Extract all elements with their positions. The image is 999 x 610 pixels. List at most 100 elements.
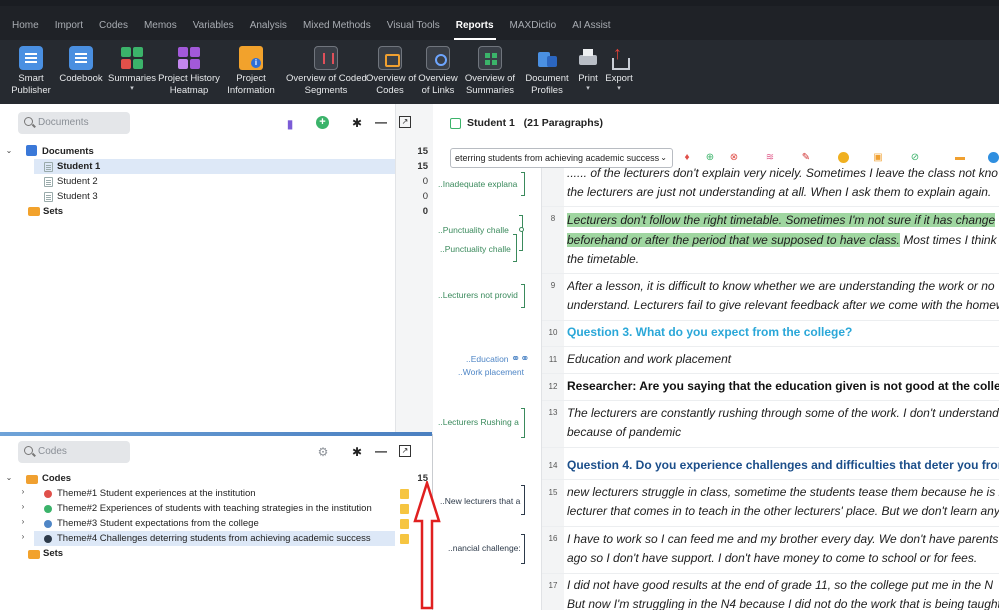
- question-heading[interactable]: Question 3. What do you expect from the …: [567, 323, 999, 343]
- paragraph-text[interactable]: new lecturers struggle in class, sometim…: [567, 483, 999, 503]
- paragraph-text[interactable]: lecturer that comes in to teach in the o…: [567, 502, 999, 522]
- paragraph-text[interactable]: I did not have good results at the end o…: [567, 576, 999, 596]
- project-information-button[interactable]: Project Information: [226, 46, 276, 97]
- code-sets[interactable]: Sets: [43, 546, 63, 561]
- coding-bracket[interactable]: [521, 284, 525, 308]
- chevron-right-icon[interactable]: ›: [18, 487, 28, 496]
- memo-icon[interactable]: ▬: [954, 152, 966, 164]
- chevron-right-icon[interactable]: ›: [18, 502, 28, 511]
- researcher-question[interactable]: Researcher: Are you saying that the educ…: [567, 377, 999, 397]
- menu-memos[interactable]: Memos: [136, 6, 185, 40]
- codebook-button[interactable]: Codebook: [58, 46, 104, 85]
- coding-stripe-label[interactable]: ..Inadequate explana: [438, 179, 517, 189]
- undock-icon[interactable]: ↗: [399, 116, 411, 128]
- menu-import[interactable]: Import: [47, 6, 91, 40]
- coding-stripe-label[interactable]: ..Lecturers Rushing a: [438, 417, 519, 427]
- menu-ai-assist[interactable]: AI Assist: [564, 6, 618, 40]
- color-code-icon[interactable]: ✎: [800, 152, 812, 164]
- paragraph-text[interactable]: The lecturers are constantly rushing thr…: [567, 404, 999, 424]
- overview-links-button[interactable]: Overview of Links: [418, 46, 458, 97]
- documents-search-input[interactable]: Documents: [18, 112, 130, 134]
- menu-home[interactable]: Home: [4, 6, 47, 40]
- minimize-icon[interactable]: —: [374, 115, 388, 129]
- chevron-down-icon[interactable]: ⌄: [4, 473, 14, 482]
- code-pin-icon[interactable]: ♦: [681, 152, 693, 164]
- coding-stripe-label[interactable]: ..Punctuality challe: [438, 225, 509, 235]
- link-icon[interactable]: ⊘: [909, 152, 921, 164]
- add-icon[interactable]: +: [316, 116, 329, 129]
- paragraph-text[interactable]: I have to work so I can feed me and my b…: [567, 530, 999, 550]
- code-item-theme-1[interactable]: Theme#1 Student experiences at the insti…: [57, 486, 256, 501]
- overview-coded-segments-button[interactable]: Overview of Coded Segments: [286, 46, 367, 97]
- question-heading[interactable]: Question 4. Do you experience challenges…: [567, 456, 999, 476]
- edit-document-icon[interactable]: [450, 118, 461, 129]
- menu-reports[interactable]: Reports: [448, 6, 502, 40]
- export-button[interactable]: Export ▾: [604, 44, 634, 93]
- document-item-student-2[interactable]: Student 2: [57, 174, 98, 189]
- paragraph-text[interactable]: Lecturers don't follow the right timetab…: [567, 211, 999, 231]
- paragraph-text[interactable]: beforehand or after the period that we s…: [567, 231, 999, 251]
- paragraph-text[interactable]: Education and work placement: [567, 350, 999, 370]
- coded-text-highlight[interactable]: Lecturers don't follow the right timetab…: [567, 213, 996, 227]
- minimize-icon[interactable]: —: [374, 444, 388, 458]
- overview-summaries-button[interactable]: Overview of Summaries: [464, 46, 516, 97]
- paragraph-text[interactable]: because of pandemic: [567, 423, 999, 443]
- code-in-vivo-icon[interactable]: ▣: [872, 152, 884, 164]
- overview-codes-button[interactable]: Overview of Codes: [366, 46, 416, 97]
- code-with-new-code-icon[interactable]: ⊕: [704, 152, 716, 164]
- menu-maxdictio[interactable]: MAXDictio: [502, 6, 565, 40]
- code-item-theme-4[interactable]: Theme#4 Challenges deterring students fr…: [57, 531, 371, 546]
- coding-bracket[interactable]: [521, 172, 525, 196]
- paragraph-text[interactable]: But now I'm struggling in the N4 because…: [567, 595, 999, 610]
- gear-icon[interactable]: ✱: [350, 116, 364, 130]
- document-sets[interactable]: Sets: [43, 204, 63, 219]
- paragraph-text[interactable]: the lecturers are just not understanding…: [567, 183, 999, 203]
- emoticode-icon[interactable]: [838, 152, 849, 163]
- paragraph-number: 13: [548, 408, 558, 417]
- document-profiles-button[interactable]: Document Profiles: [524, 46, 570, 97]
- coded-text-highlight[interactable]: beforehand or after the period that we s…: [567, 233, 900, 247]
- coding-bracket[interactable]: [513, 234, 517, 262]
- coding-bracket[interactable]: [521, 408, 525, 438]
- highlight-code-icon[interactable]: ≋: [764, 152, 776, 164]
- paragraph-text[interactable]: ...... of the lecturers don't explain ve…: [567, 164, 999, 184]
- codes-search-input[interactable]: Codes: [18, 441, 130, 463]
- coding-bracket[interactable]: [519, 215, 523, 251]
- codes-root[interactable]: Codes: [42, 471, 71, 486]
- coding-stripe-label[interactable]: ..New lecturers that a: [440, 496, 520, 506]
- documents-root[interactable]: Documents: [42, 144, 94, 159]
- coding-bracket[interactable]: [521, 534, 525, 564]
- coding-stripe-label[interactable]: ..Work placement: [458, 367, 524, 377]
- menu-codes[interactable]: Codes: [91, 6, 136, 40]
- smart-publisher-button[interactable]: Smart Publisher: [10, 46, 52, 97]
- summaries-button[interactable]: Summaries ▾: [108, 46, 156, 93]
- chevron-right-icon[interactable]: ›: [18, 532, 28, 541]
- coding-stripe-label[interactable]: ..Lecturers not provid: [438, 290, 518, 300]
- code-item-theme-3[interactable]: Theme#3 Student expectations from the co…: [57, 516, 259, 531]
- gear-icon[interactable]: ✱: [350, 445, 364, 459]
- code-with-recent-icon[interactable]: ⊗: [728, 152, 740, 164]
- menu-analysis[interactable]: Analysis: [242, 6, 295, 40]
- undock-icon[interactable]: ↗: [399, 445, 411, 457]
- paragraph-text[interactable]: the timetable.: [567, 250, 999, 270]
- new-document-icon[interactable]: ▮: [283, 117, 297, 131]
- panel-splitter[interactable]: [0, 432, 432, 436]
- menu-variables[interactable]: Variables: [185, 6, 242, 40]
- project-history-heatmap-button[interactable]: Project History Heatmap: [158, 46, 220, 97]
- menu-visual-tools[interactable]: Visual Tools: [379, 6, 448, 40]
- code-item-theme-2[interactable]: Theme#2 Experiences of students with tea…: [57, 501, 372, 516]
- paragraph-text[interactable]: ago so I don't have support. I don't hav…: [567, 549, 999, 569]
- document-item-student-3[interactable]: Student 3: [57, 189, 98, 204]
- paragraph-text[interactable]: understand. Lecturers fail to give relev…: [567, 296, 999, 316]
- info-icon[interactable]: [988, 152, 999, 163]
- chevron-down-icon[interactable]: ⌄: [4, 146, 14, 155]
- paragraph-text[interactable]: After a lesson, it is difficult to know …: [567, 277, 999, 297]
- chevron-right-icon[interactable]: ›: [18, 517, 28, 526]
- coding-bracket[interactable]: [521, 485, 525, 515]
- menu-mixed-methods[interactable]: Mixed Methods: [295, 6, 379, 40]
- coding-stripe-label[interactable]: ..Punctuality challe: [440, 244, 511, 254]
- coding-stripe-label[interactable]: ..nancial challenge:: [448, 543, 521, 553]
- new-code-icon[interactable]: ⚙: [316, 445, 330, 459]
- print-button[interactable]: Print ▾: [575, 46, 601, 93]
- coding-stripe-label[interactable]: ..Education: [466, 354, 509, 364]
